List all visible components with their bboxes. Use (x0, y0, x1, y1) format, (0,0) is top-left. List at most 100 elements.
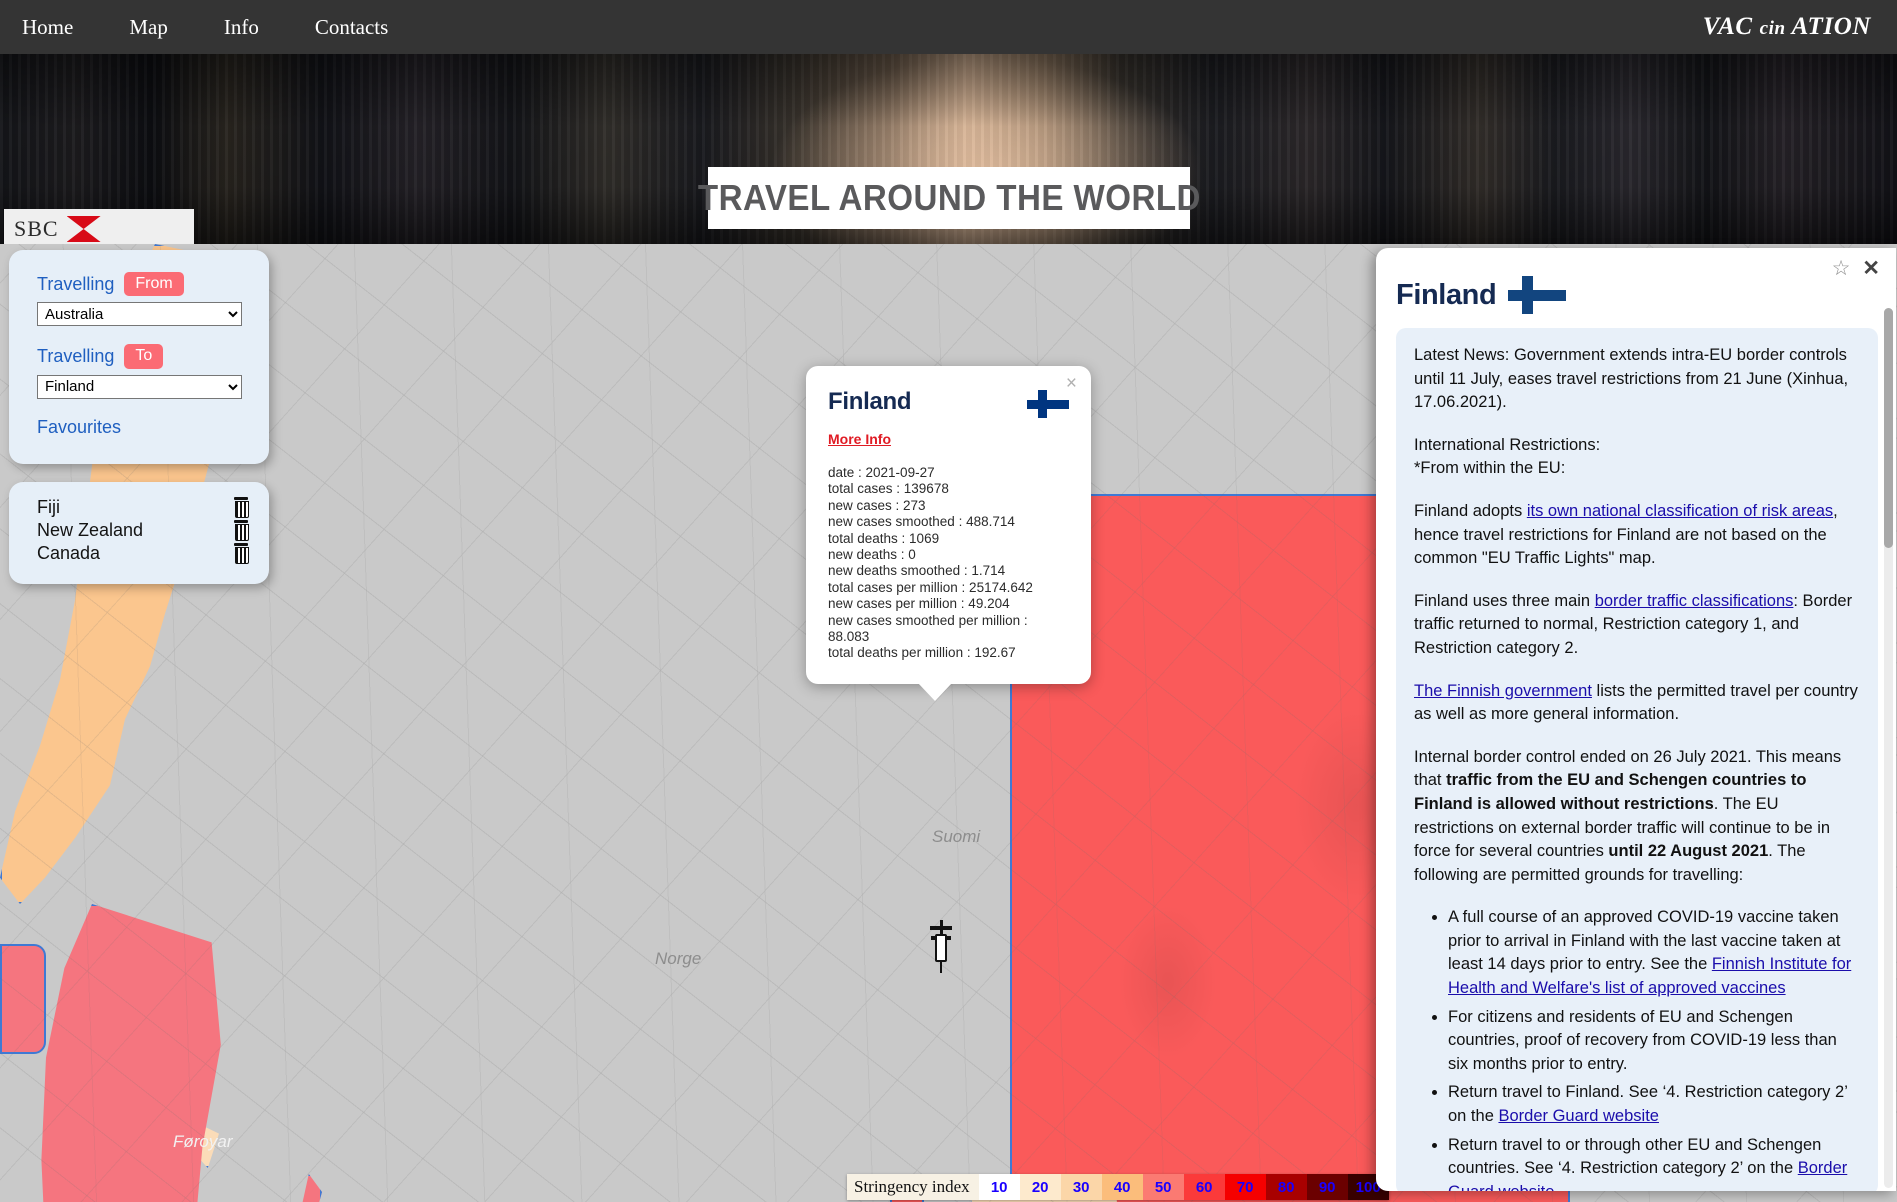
trash-icon[interactable] (233, 520, 249, 541)
nav-link-info[interactable]: Info (214, 11, 269, 44)
favourites-link[interactable]: Favourites (37, 417, 121, 437)
star-icon[interactable]: ☆ (1832, 258, 1851, 279)
page-title: TRAVEL AROUND THE WORLD (697, 177, 1201, 218)
international-restrictions-heading: International Restrictions: *From within… (1414, 435, 1601, 478)
syringe-plunger-top (930, 926, 952, 930)
logo-part-cin: cin (1759, 18, 1786, 39)
legend-swatch-70: 70 (1224, 1174, 1266, 1200)
to-label: Travelling (37, 346, 115, 367)
map-marker-finland[interactable] (930, 920, 952, 973)
trash-icon[interactable] (233, 543, 249, 564)
map-country-poland[interactable] (0, 944, 46, 1054)
border-traffic-classifications-link[interactable]: border traffic classifications (1595, 592, 1794, 610)
travelling-from-select[interactable]: Australia (37, 302, 242, 327)
nav-links: Home Map Info Contacts (12, 11, 398, 44)
syringe-needle (940, 962, 942, 973)
top-navbar: Home Map Info Contacts VAC cin ATION (0, 0, 1897, 54)
from-label-row: Travelling From (37, 272, 247, 297)
border-classification-paragraph: Finland uses three main border traffic c… (1414, 590, 1860, 661)
border-guard-website-link[interactable]: Border Guard website (1498, 1107, 1659, 1125)
map-popup-finland[interactable]: × Finland More Info date : 2021-09-27 to… (806, 366, 1091, 701)
to-label-row: Travelling To (37, 344, 247, 369)
favourites-delete-column (233, 496, 249, 566)
map-label-norge: Norge (655, 949, 702, 968)
from-label: Travelling (37, 273, 115, 294)
class-pre: Finland uses three main (1414, 591, 1595, 610)
stat-new-cases-smoothed: new cases smoothed : 488.714 (828, 514, 1015, 530)
hero-banner: SBC TRAVEL AROUND THE WORLD (0, 54, 1897, 244)
stat-total-deaths: total deaths : 1069 (828, 530, 940, 546)
risk-pre: Finland adopts (1414, 501, 1527, 520)
close-icon[interactable]: ✕ (1862, 258, 1880, 279)
stat-new-cases: new cases : 273 (828, 497, 926, 513)
government-paragraph: The Finnish government lists the permitt… (1414, 680, 1860, 727)
list-item: Return travel to Finland. See ‘4. Restri… (1448, 1081, 1860, 1128)
internal-border-paragraph: Internal border control ended on 26 July… (1414, 746, 1860, 888)
map-country-shetland[interactable] (302, 1174, 322, 1202)
popup-stats-list: date : 2021-09-27 total cases : 139678 n… (828, 465, 1069, 662)
map-label-suomi: Suomi (932, 827, 981, 846)
panel-scrollbar[interactable] (1884, 308, 1893, 1188)
hsbc-sign-text: SBC (14, 216, 59, 241)
syringe-icon (930, 920, 952, 973)
border-bold-2: until 22 August 2021 (1608, 842, 1769, 861)
hero-title-box: TRAVEL AROUND THE WORLD (697, 167, 1200, 229)
nav-link-contacts[interactable]: Contacts (305, 11, 399, 44)
legend-swatch-80: 80 (1265, 1174, 1307, 1200)
travel-controls-panel: Travelling From Australia Travelling To … (9, 250, 269, 464)
popup-country-name: Finland (828, 388, 912, 415)
stat-total-cases-per-million: total cases per million : 25174.642 (828, 579, 1033, 595)
list-item: For citizens and residents of EU and Sch… (1448, 1006, 1860, 1077)
legend-swatch-60: 60 (1183, 1174, 1225, 1200)
risk-classification-paragraph: Finland adopts its own national classifi… (1414, 500, 1860, 571)
list-item: A full course of an approved COVID-19 va… (1448, 906, 1860, 1000)
stat-new-cases-smoothed-per-million: new cases smoothed per million : 88.083 (828, 612, 1028, 645)
logo-part-vac: VAC (1702, 13, 1753, 40)
risk-areas-link[interactable]: its own national classification of risk … (1527, 502, 1833, 520)
nav-link-map[interactable]: Map (119, 11, 178, 44)
panel-scrollbar-thumb[interactable] (1884, 308, 1893, 548)
list-item[interactable]: New Zealand (37, 519, 143, 542)
hsbc-logo-icon (66, 216, 101, 242)
nav-link-home[interactable]: Home (12, 11, 83, 44)
panel-header: Finland (1396, 276, 1878, 314)
more-info-link[interactable]: More Info (828, 431, 891, 447)
trash-icon[interactable] (233, 497, 249, 518)
favourites-panel: Fiji New Zealand Canada (9, 482, 269, 584)
legend-swatch-30: 30 (1060, 1174, 1102, 1200)
stat-date: date : 2021-09-27 (828, 465, 935, 480)
to-pill-badge: To (124, 344, 164, 369)
panel-icon-row: ☆ ✕ (1832, 258, 1880, 279)
legend-swatch-90: 90 (1306, 1174, 1348, 1200)
finnish-government-link[interactable]: The Finnish government (1414, 682, 1592, 700)
legend-title: Stringency index (847, 1174, 979, 1200)
panel-body[interactable]: Latest News: Government extends intra-EU… (1396, 328, 1878, 1191)
legend-swatch-40: 40 (1101, 1174, 1143, 1200)
site-logo[interactable]: VAC cin ATION (1703, 13, 1871, 41)
list-item[interactable]: Fiji (37, 496, 143, 519)
syringe-barrel (935, 934, 947, 962)
finland-flag-icon (1027, 390, 1069, 418)
panel-country-name: Finland (1396, 278, 1497, 311)
stat-total-deaths-per-million: total deaths per million : 192.67 (828, 645, 1016, 661)
country-info-panel: ☆ ✕ Finland Latest News: Government exte… (1376, 248, 1896, 1191)
stat-new-cases-per-million: new cases per million : 49.204 (828, 596, 1010, 612)
popup-header: Finland (828, 388, 1069, 418)
favourites-list: Fiji New Zealand Canada (37, 496, 143, 566)
hsbc-sign: SBC (4, 209, 194, 244)
list-item: Return travel to or through other EU and… (1448, 1134, 1860, 1191)
latest-news-paragraph: Latest News: Government extends intra-EU… (1414, 346, 1849, 412)
from-pill-badge: From (124, 272, 184, 297)
stringency-index-legend: Stringency index 10 20 30 40 50 60 70 80… (847, 1174, 1389, 1200)
legend-swatch-20: 20 (1019, 1174, 1061, 1200)
travelling-to-select[interactable]: Finland (37, 374, 242, 399)
legend-swatch-50: 50 (1142, 1174, 1184, 1200)
stat-new-deaths-smoothed: new deaths smoothed : 1.714 (828, 563, 1006, 579)
logo-part-ation: ATION (1791, 13, 1871, 40)
bullet-text: For citizens and residents of EU and Sch… (1448, 1007, 1837, 1073)
permitted-grounds-list: A full course of an approved COVID-19 va… (1448, 906, 1860, 1191)
stat-new-deaths: new deaths : 0 (828, 547, 916, 563)
list-item[interactable]: Canada (37, 542, 143, 565)
finland-flag-icon (1508, 276, 1567, 314)
stat-total-cases: total cases : 139678 (828, 481, 949, 497)
